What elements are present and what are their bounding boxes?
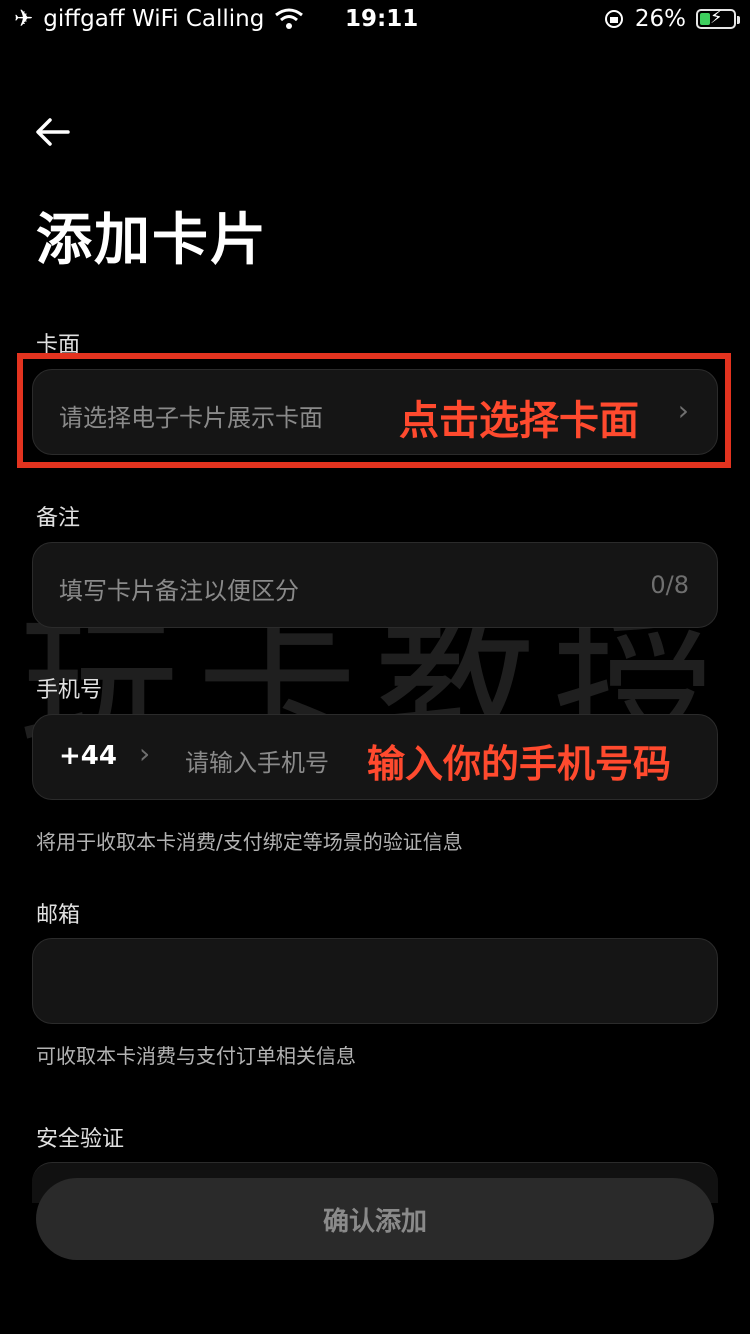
confirm-add-button[interactable]: 确认添加 — [36, 1178, 714, 1260]
battery-icon: ⚡ — [696, 7, 740, 29]
back-arrow-icon[interactable] — [34, 112, 74, 152]
page-title: 添加卡片 — [36, 208, 268, 273]
status-bar: ✈ giffgaff WiFi Calling 19:11 26% ⚡ — [0, 0, 750, 44]
phone-hint: 将用于收取本卡消费/支付绑定等场景的验证信息 — [36, 830, 463, 854]
email-hint: 可收取本卡消费与支付订单相关信息 — [36, 1044, 356, 1068]
security-label: 安全验证 — [36, 1127, 125, 1152]
country-code-selector[interactable]: +44 — [59, 741, 117, 771]
battery-percent: 26% — [634, 6, 686, 32]
phone-label: 手机号 — [36, 678, 103, 703]
card-face-selector[interactable]: 请选择电子卡片展示卡面 点击选择卡面 › — [32, 369, 718, 455]
airplane-icon: ✈ — [14, 6, 34, 32]
card-face-placeholder: 请选择电子卡片展示卡面 — [59, 404, 323, 432]
rotation-lock-icon — [604, 10, 623, 28]
email-input[interactable] — [32, 938, 718, 1024]
status-time: 19:11 — [345, 6, 419, 32]
chevron-right-icon: › — [677, 394, 689, 427]
remark-label: 备注 — [36, 506, 81, 531]
phone-input-row: +44 › 请输入手机号 输入你的手机号码 — [32, 714, 718, 800]
chevron-right-icon[interactable]: › — [139, 737, 150, 770]
phone-annotation: 输入你的手机号码 — [367, 742, 672, 786]
email-label: 邮箱 — [36, 903, 81, 928]
remark-placeholder: 填写卡片备注以便区分 — [59, 577, 299, 605]
card-face-annotation: 点击选择卡面 — [399, 398, 639, 444]
wifi-icon — [275, 8, 304, 29]
remark-counter: 0/8 — [650, 571, 689, 599]
phone-input[interactable]: 请输入手机号 — [185, 743, 329, 778]
remark-input[interactable]: 填写卡片备注以便区分 0/8 — [32, 542, 718, 628]
carrier-label: giffgaff WiFi Calling — [43, 6, 265, 32]
